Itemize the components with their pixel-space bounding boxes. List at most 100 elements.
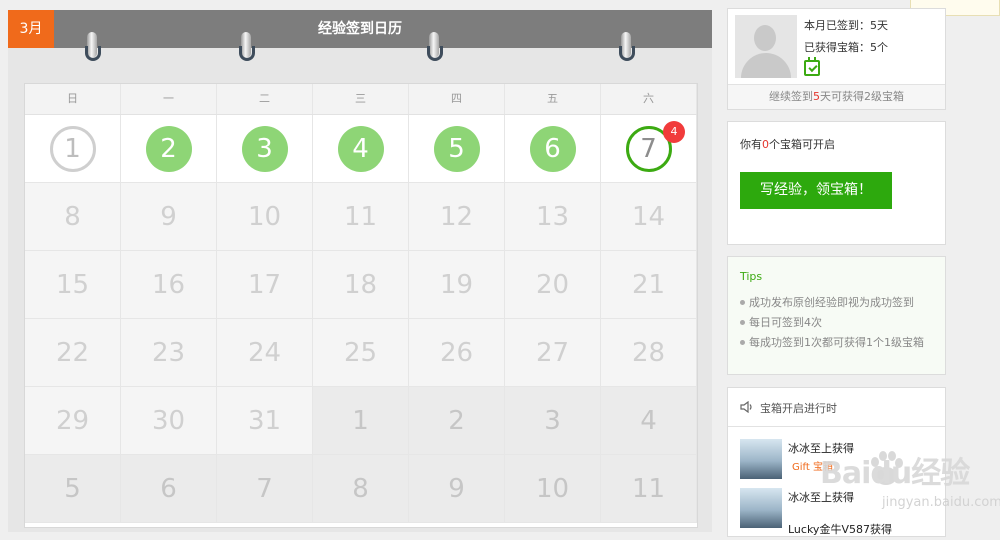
binder-ring-icon [426,32,443,66]
day-number: 31 [247,405,282,436]
calendar-week-row: 15 16 17 18 19 20 21 [25,251,697,319]
day-number: 4 [640,405,657,436]
feed-thumbnail[interactable] [740,439,782,479]
calendar-day[interactable]: 29 [25,387,121,454]
day-number: 9 [160,201,177,232]
calendar-day[interactable]: 5 [409,115,505,182]
calendar-day[interactable]: 3 [217,115,313,182]
calendar-day[interactable]: 16 [121,251,217,318]
boxes-earned-value: 5个 [870,41,888,54]
calendar-day[interactable]: 6 [505,115,601,182]
next-reward-hint: 继续签到5天可获得2级宝箱 [728,84,945,109]
day-number: 12 [439,201,474,232]
calendar-day[interactable]: 11 [313,183,409,250]
calendar-day[interactable]: 26 [409,319,505,386]
baidu-watermark: Baidu经验 jingyan.baidu.com [820,430,1000,540]
day-number: 10 [247,201,282,232]
calendar-check-icon[interactable] [804,57,820,76]
day-number: 22 [55,337,90,368]
calendar-day[interactable]: 9 [121,183,217,250]
weekday-label: 一 [121,84,217,114]
calendar-day[interactable]: 12 [409,183,505,250]
day-number: 20 [535,269,570,300]
calendar-weeks: 1 2 3 4 5 6 7 4 8 9 10 11 12 13 14 15 16 17 18 19 20 21 22 23 24… [25,115,697,523]
day-number: 9 [448,473,465,504]
signed-day-marker: 3 [241,125,288,172]
calendar-day[interactable]: 4 [313,115,409,182]
treasure-box-panel: 你有0个宝箱可开启 写经验，领宝箱！ [727,121,946,245]
day-number: 13 [535,201,570,232]
checkin-count-badge: 4 [663,121,685,143]
openable-pre: 你有 [740,138,762,151]
signed-days-value: 5天 [870,19,888,32]
write-experience-button[interactable]: 写经验，领宝箱！ [740,172,892,209]
calendar-day[interactable]: 20 [505,251,601,318]
calendar-day[interactable]: 13 [505,183,601,250]
calendar-day[interactable]: 10 [505,455,601,522]
calendar-day[interactable]: 11 [601,455,697,522]
day-number: 10 [535,473,570,504]
watermark-url: jingyan.baidu.com [882,495,1000,510]
calendar-day[interactable]: 4 [601,387,697,454]
openable-count: 0 [762,138,769,151]
boxes-earned-label: 已获得宝箱： [804,41,870,54]
calendar-week-row: 22 23 24 25 26 27 28 [25,319,697,387]
day-number: 11 [631,473,666,504]
calendar-day[interactable]: 1 [25,115,121,182]
calendar-day[interactable]: 25 [313,319,409,386]
calendar-day[interactable]: 15 [25,251,121,318]
feed-thumbnail[interactable] [740,488,782,528]
checkin-calendar: 经验签到日历 3月 日一二三四五六 1 2 3 4 5 6 7 4 8 9 10 11 12 13 14 15… [8,10,712,532]
calendar-day[interactable]: 14 [601,183,697,250]
feed-header: 宝箱开启进行时 [728,388,945,427]
avatar[interactable] [735,15,797,78]
calendar-day[interactable]: 23 [121,319,217,386]
calendar-day[interactable]: 30 [121,387,217,454]
calendar-day[interactable]: 19 [409,251,505,318]
calendar-day[interactable]: 27 [505,319,601,386]
calendar-header: 经验签到日历 3月 [8,10,712,48]
calendar-day[interactable]: 18 [313,251,409,318]
calendar-day[interactable]: 17 [217,251,313,318]
day-number: 28 [631,337,666,368]
weekday-header-row: 日一二三四五六 [25,84,697,115]
day-number: 14 [631,201,666,232]
day-number: 23 [151,337,186,368]
weekday-label: 五 [505,84,601,114]
weekday-label: 三 [313,84,409,114]
unsigned-day-marker: 1 [49,125,96,172]
calendar-day[interactable]: 22 [25,319,121,386]
calendar-grid: 日一二三四五六 1 2 3 4 5 6 7 4 8 9 10 11 12 13 14 15 16 17 18 19 20… [24,83,698,528]
day-number: 7 [256,473,273,504]
calendar-day[interactable]: 8 [25,183,121,250]
calendar-day[interactable]: 1 [313,387,409,454]
calendar-day[interactable]: 8 [313,455,409,522]
calendar-day[interactable]: 31 [217,387,313,454]
calendar-day[interactable]: 7 [217,455,313,522]
calendar-week-row: 29 30 31 1 2 3 4 [25,387,697,455]
calendar-day[interactable]: 10 [217,183,313,250]
calendar-day[interactable]: 74 [601,115,697,182]
calendar-day[interactable]: 5 [25,455,121,522]
speaker-icon [740,401,752,413]
day-number: 29 [55,405,90,436]
calendar-day[interactable]: 21 [601,251,697,318]
calendar-day[interactable]: 9 [409,455,505,522]
day-number: 8 [352,473,369,504]
tips-panel: Tips 成功发布原创经验即视为成功签到 每日可签到4次 每成功签到1次都可获得… [727,256,946,375]
signed-day-marker: 4 [337,125,384,172]
calendar-day[interactable]: 24 [217,319,313,386]
calendar-day[interactable]: 2 [409,387,505,454]
day-number: 6 [160,473,177,504]
calendar-day[interactable]: 2 [121,115,217,182]
tip-item: 每日可签到4次 [740,315,930,330]
calendar-day[interactable]: 6 [121,455,217,522]
day-number: 24 [247,337,282,368]
calendar-day[interactable]: 3 [505,387,601,454]
day-number: 19 [439,269,474,300]
day-number: 17 [247,269,282,300]
day-number: 16 [151,269,186,300]
day-number: 2 [448,405,465,436]
calendar-day[interactable]: 28 [601,319,697,386]
day-number: 8 [64,201,81,232]
